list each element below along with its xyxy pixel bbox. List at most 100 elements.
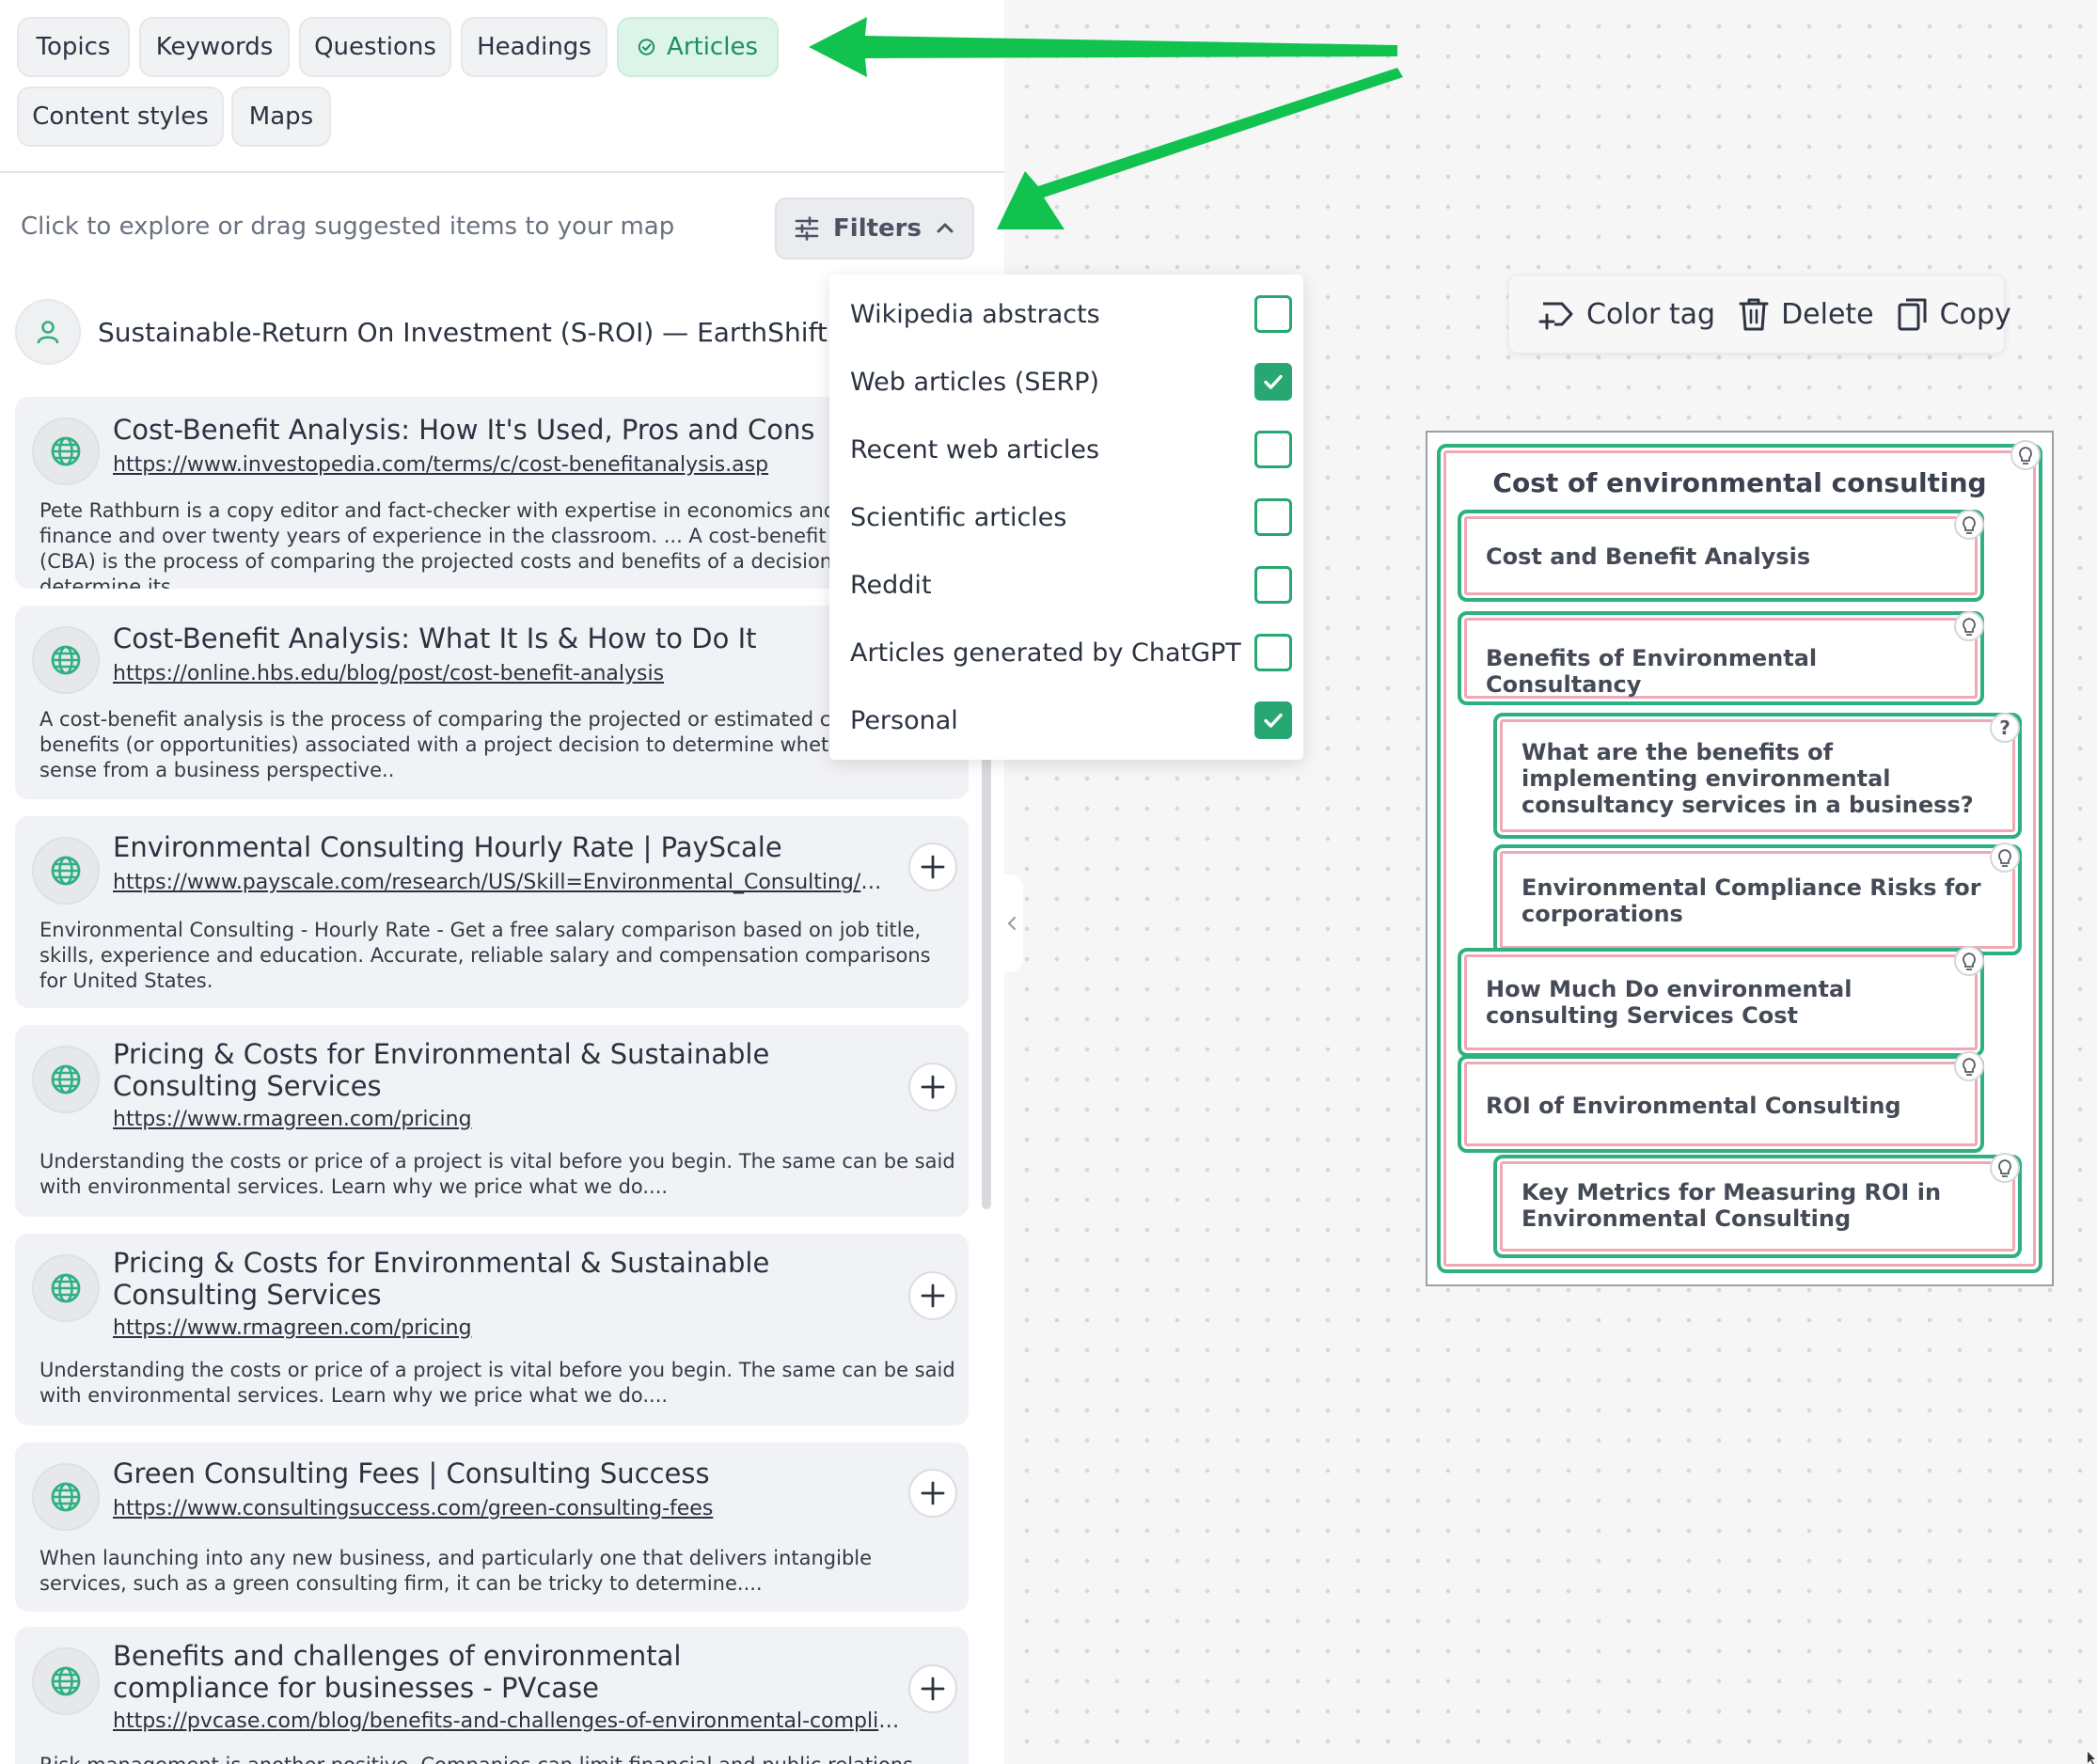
filter-option[interactable]: Articles generated by ChatGPT	[850, 626, 1292, 679]
copy-icon	[1898, 298, 1927, 331]
map-node-label: ROI of Environmental Consulting	[1486, 1093, 1901, 1119]
article-description: Environmental Consulting - Hourly Rate -…	[39, 919, 931, 992]
globe-icon	[32, 626, 100, 694]
tab-label: Maps	[248, 102, 314, 131]
filter-checkbox[interactable]	[1254, 295, 1292, 333]
delete-label: Delete	[1781, 297, 1874, 331]
chevron-up-icon	[937, 223, 954, 233]
globe-icon	[32, 1254, 100, 1322]
copy-button[interactable]: Copy	[1885, 288, 2023, 340]
filter-checkbox[interactable]	[1254, 498, 1292, 536]
lightbulb-icon[interactable]	[1954, 510, 1984, 540]
filter-option[interactable]: Scientific articles	[850, 491, 1292, 543]
article-card[interactable]: Environmental Consulting Hourly Rate | P…	[15, 816, 969, 1008]
trash-icon	[1739, 298, 1769, 331]
filters-button[interactable]: Filters	[775, 197, 974, 260]
filter-option[interactable]: Wikipedia abstracts	[850, 288, 1292, 340]
lightbulb-icon[interactable]	[1954, 611, 1984, 641]
add-to-map-button[interactable]	[908, 1271, 957, 1320]
copy-label: Copy	[1939, 297, 2011, 331]
map-node-label: Benefits of Environmental Consultancy	[1486, 645, 1818, 698]
plus-icon	[921, 1284, 945, 1308]
resize-handle[interactable]	[2086, 1751, 2097, 1764]
article-description: Understanding the costs or price of a pr…	[39, 1150, 955, 1198]
article-card[interactable]: Pricing & Costs for Environmental & Sust…	[15, 1025, 969, 1217]
map-node[interactable]: How Much Do environmental consulting Ser…	[1458, 948, 1984, 1057]
filter-option[interactable]: Personal	[850, 694, 1292, 747]
filter-option[interactable]: Reddit	[850, 559, 1292, 611]
filter-checkbox[interactable]	[1254, 634, 1292, 671]
mind-map[interactable]: Cost of environmental consulting Cost an…	[1426, 431, 2054, 1286]
map-node[interactable]: Benefits of Environmental Consultancy	[1458, 611, 1984, 705]
article-url[interactable]: https://www.rmagreen.com/pricing	[113, 1108, 903, 1131]
map-node-label: Cost and Benefit Analysis	[1486, 543, 1811, 570]
article-card[interactable]: Cost-Benefit Analysis: How It's Used, Pr…	[15, 397, 969, 589]
lightbulb-icon[interactable]	[2010, 440, 2041, 470]
lightbulb-icon[interactable]	[1990, 843, 2020, 873]
tab-label: Headings	[477, 33, 591, 61]
map-node[interactable]: ROI of Environmental Consulting	[1458, 1055, 1984, 1153]
article-url[interactable]: https://www.rmagreen.com/pricing	[113, 1316, 903, 1340]
article-title[interactable]: Pricing & Costs for Environmental & Sust…	[113, 1038, 837, 1102]
tab-headings[interactable]: Headings	[461, 17, 607, 77]
tab-content-styles[interactable]: Content styles	[17, 87, 224, 147]
article-card[interactable]: Benefits and challenges of environmental…	[15, 1627, 969, 1764]
article-title[interactable]: Cost-Benefit Analysis: What It Is & How …	[113, 622, 837, 654]
plus-icon	[921, 1481, 945, 1505]
question-icon[interactable]: ?	[1990, 713, 2020, 743]
tab-articles[interactable]: Articles	[617, 17, 779, 77]
article-title[interactable]: Green Consulting Fees | Consulting Succe…	[113, 1457, 837, 1489]
article-card[interactable]: Pricing & Costs for Environmental & Sust…	[15, 1234, 969, 1425]
article-description: Understanding the costs or price of a pr…	[39, 1359, 955, 1407]
color-tag-button[interactable]: Color tag	[1526, 288, 1726, 340]
add-to-map-button[interactable]	[908, 1664, 957, 1713]
filter-label: Recent web articles	[850, 434, 1100, 465]
article-url[interactable]: https://www.consultingsuccess.com/green-…	[113, 1497, 903, 1520]
lightbulb-icon[interactable]	[1954, 946, 1984, 976]
check-circle-icon	[638, 39, 655, 55]
lightbulb-icon[interactable]	[1954, 1051, 1984, 1081]
tab-maps[interactable]: Maps	[231, 87, 331, 147]
article-url[interactable]: https://pvcase.com/blog/benefits-and-cha…	[113, 1709, 903, 1733]
add-to-map-button[interactable]	[908, 1063, 957, 1111]
checkmark-icon	[1264, 713, 1283, 728]
delete-button[interactable]: Delete	[1726, 288, 1885, 340]
globe-icon	[32, 1463, 100, 1531]
collapse-panel-button[interactable]	[1001, 874, 1023, 972]
article-title[interactable]: Environmental Consulting Hourly Rate | P…	[113, 831, 837, 863]
article-title[interactable]: Pricing & Costs for Environmental & Sust…	[113, 1247, 837, 1311]
map-node[interactable]: Cost and Benefit Analysis	[1458, 510, 1984, 602]
tab-topics[interactable]: Topics	[17, 17, 130, 77]
tab-label: Questions	[314, 33, 436, 61]
map-root-label: Cost of environmental consulting	[1492, 467, 1987, 498]
globe-icon	[32, 1046, 100, 1113]
filter-option[interactable]: Recent web articles	[850, 423, 1292, 476]
map-node[interactable]: Environmental Compliance Risks for corpo…	[1493, 844, 2022, 955]
filter-checkbox[interactable]	[1254, 566, 1292, 604]
filters-label: Filters	[833, 214, 922, 243]
filter-label: Personal	[850, 705, 958, 735]
article-url[interactable]: https://www.payscale.com/research/US/Ski…	[113, 871, 893, 894]
filter-option[interactable]: Web articles (SERP)	[850, 355, 1292, 408]
add-to-map-button[interactable]	[908, 843, 957, 891]
map-node[interactable]: Key Metrics for Measuring ROI in Environ…	[1493, 1155, 2022, 1258]
article-card[interactable]: Cost-Benefit Analysis: What It Is & How …	[15, 606, 969, 799]
panel-hint: Click to explore or drag suggested items…	[21, 213, 675, 241]
chevron-left-icon	[1007, 916, 1017, 931]
article-url[interactable]: https://online.hbs.edu/blog/post/cost-be…	[113, 662, 903, 685]
article-title[interactable]: Benefits and challenges of environmental…	[113, 1640, 837, 1704]
lightbulb-icon[interactable]	[1990, 1153, 2020, 1183]
globe-icon	[32, 837, 100, 905]
add-to-map-button[interactable]	[908, 1469, 957, 1518]
filter-checkbox[interactable]	[1254, 701, 1292, 739]
filter-checkbox[interactable]	[1254, 363, 1292, 401]
filter-checkbox[interactable]	[1254, 431, 1292, 468]
tab-questions[interactable]: Questions	[299, 17, 451, 77]
article-url[interactable]: https://www.investopedia.com/terms/c/cos…	[113, 453, 903, 477]
tab-keywords[interactable]: Keywords	[139, 17, 290, 77]
article-title[interactable]: Cost-Benefit Analysis: How It's Used, Pr…	[113, 414, 837, 446]
tab-label: Keywords	[155, 33, 274, 61]
article-card[interactable]: Green Consulting Fees | Consulting Succe…	[15, 1442, 969, 1612]
tag-plus-icon	[1538, 302, 1573, 330]
map-node[interactable]: What are the benefits of implementing en…	[1493, 713, 2022, 839]
